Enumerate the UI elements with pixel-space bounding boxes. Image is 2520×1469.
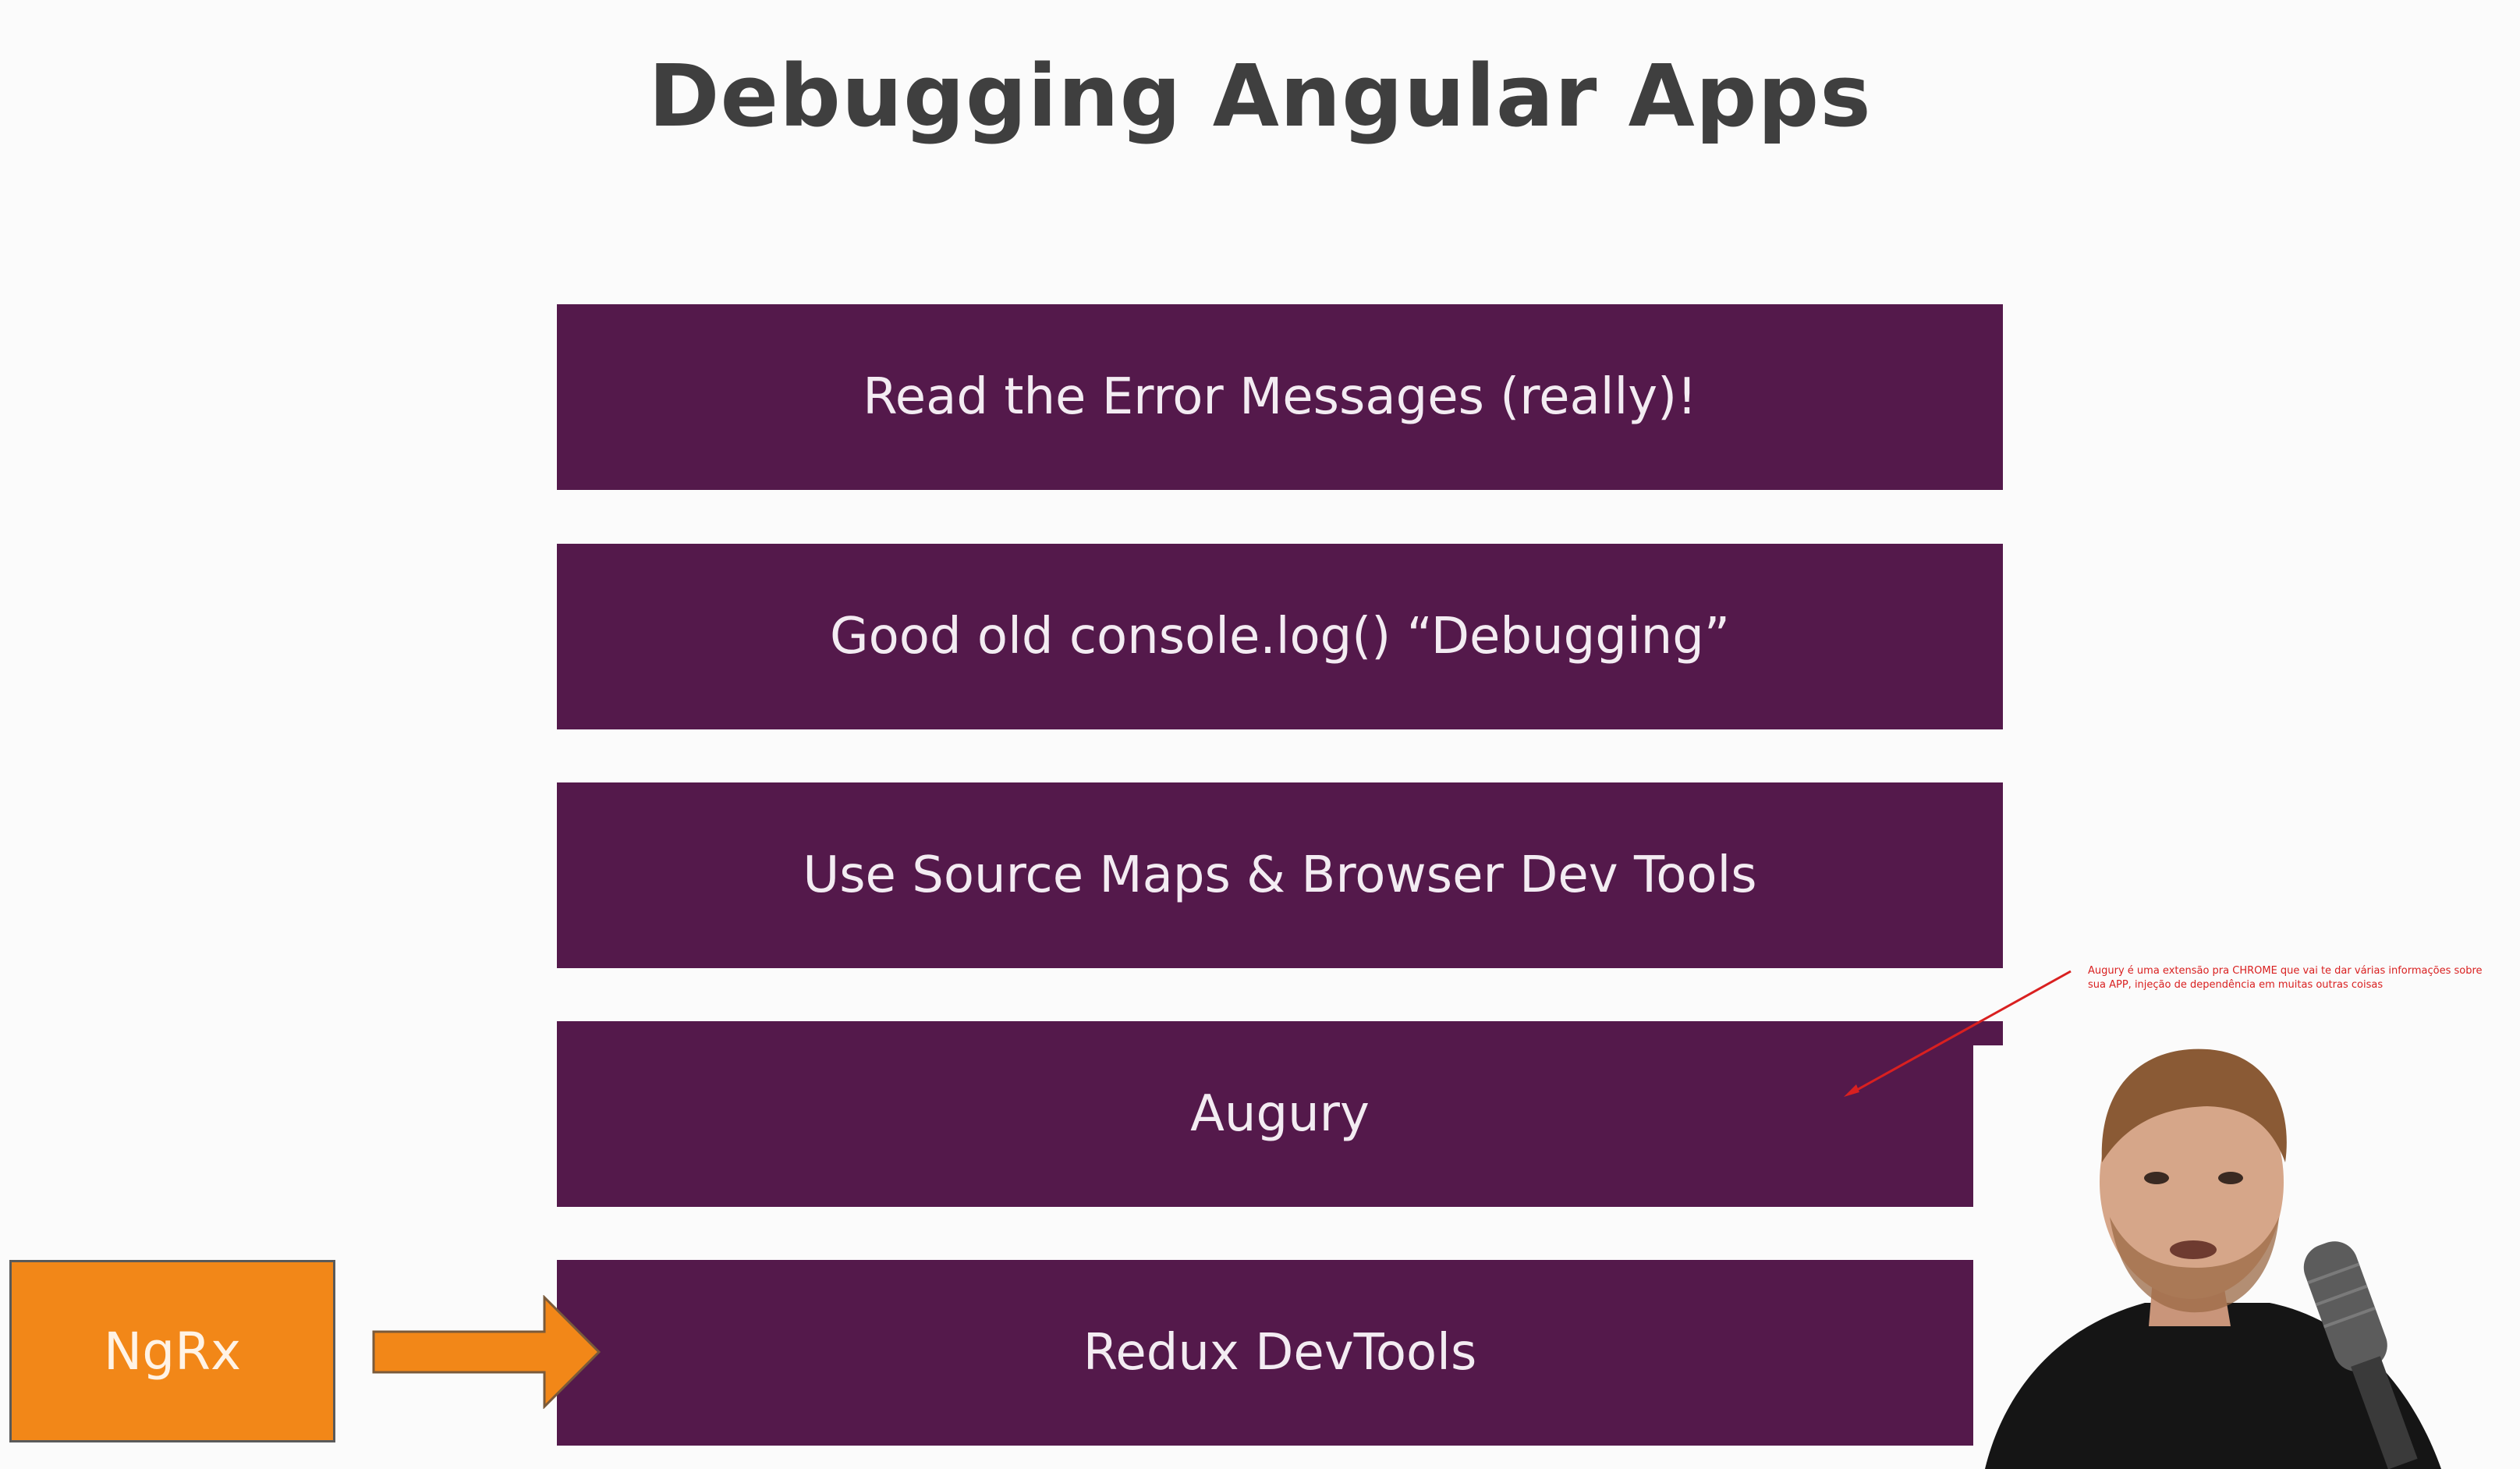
item-label: Read the Error Messages (really)! bbox=[863, 368, 1697, 426]
item-label: Good old console.log() “Debugging” bbox=[830, 608, 1730, 665]
item-label: Augury bbox=[1190, 1085, 1370, 1143]
item-redux-devtools: Redux DevTools bbox=[557, 1260, 2003, 1446]
item-read-error-messages: Read the Error Messages (really)! bbox=[557, 304, 2003, 490]
arrow-right-icon bbox=[372, 1295, 601, 1409]
item-augury: Augury bbox=[557, 1021, 2003, 1207]
item-console-log: Good old console.log() “Debugging” bbox=[557, 544, 2003, 729]
slide-title: Debugging Angular Apps bbox=[648, 46, 1872, 146]
item-label: Use Source Maps & Browser Dev Tools bbox=[803, 846, 1757, 904]
item-source-maps: Use Source Maps & Browser Dev Tools bbox=[557, 782, 2003, 968]
item-label: Redux DevTools bbox=[1083, 1324, 1477, 1382]
annotation-note: Augury é uma extensão pra CHROME que vai… bbox=[2088, 965, 2483, 991]
presenter-webcam bbox=[1973, 1045, 2520, 1469]
slide: Debugging Angular Apps Read the Error Me… bbox=[0, 0, 2520, 1469]
ngrx-box: NgRx bbox=[9, 1260, 335, 1442]
ngrx-label: NgRx bbox=[103, 1321, 242, 1382]
